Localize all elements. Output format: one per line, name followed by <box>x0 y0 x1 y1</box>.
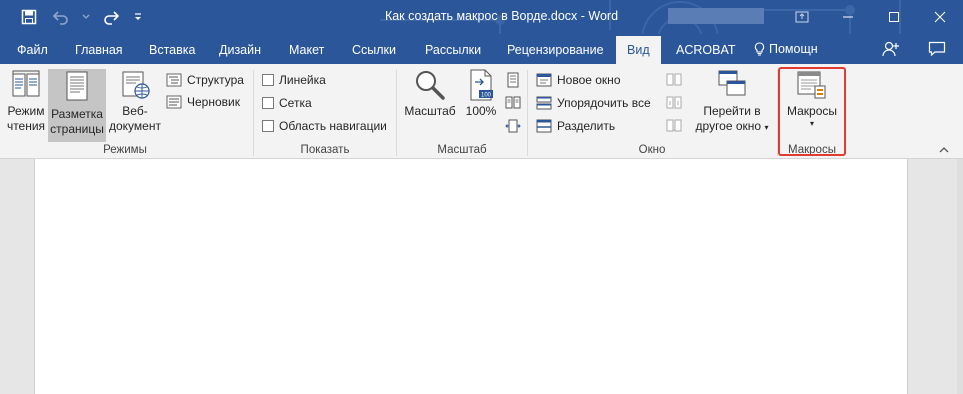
switch-windows-label-2: другое окно <box>695 119 762 133</box>
arrange-all-icon <box>536 96 552 110</box>
zoom-100-icon-text: 100 <box>481 93 492 99</box>
minimize-icon[interactable] <box>825 0 871 34</box>
ruler-checkbox-box[interactable] <box>262 74 274 86</box>
web-layout-icon <box>122 71 150 99</box>
draft-button[interactable]: Черновик <box>166 95 240 109</box>
group-label-modes: Режимы <box>103 144 147 156</box>
web-layout-label-2: документ <box>109 119 161 133</box>
print-layout-label-2: страницы <box>50 122 104 136</box>
window-controls <box>779 0 963 34</box>
collapse-ribbon-icon[interactable] <box>939 144 949 156</box>
page-width-icon[interactable] <box>505 118 521 137</box>
outline-label: Структура <box>187 73 244 87</box>
tab-design[interactable]: Дизайн <box>219 34 261 64</box>
document-page[interactable] <box>34 159 908 394</box>
print-layout-label-1: Разметка <box>51 107 103 121</box>
switch-windows-icon <box>718 70 746 96</box>
share-user-icon[interactable] <box>878 34 904 64</box>
read-mode-icon <box>12 70 40 97</box>
comments-icon[interactable] <box>924 34 950 64</box>
read-mode-label-1: Режим <box>7 104 45 118</box>
switch-windows-button[interactable]: Перейти в другое окно ▾ <box>690 68 774 135</box>
zoom-label: Масштаб <box>404 104 456 118</box>
ruler-label: Линейка <box>279 73 326 87</box>
new-window-label: Новое окно <box>557 73 621 87</box>
tab-references[interactable]: Ссылки <box>352 34 396 64</box>
multiple-pages-icon[interactable] <box>505 95 521 114</box>
ruler-checkbox[interactable]: Линейка <box>262 73 326 87</box>
gridlines-label: Сетка <box>279 96 312 110</box>
arrange-all-label: Упорядочить все <box>557 96 651 110</box>
gridlines-checkbox-box[interactable] <box>262 97 274 109</box>
maximize-icon[interactable] <box>871 0 917 34</box>
sync-scrolling-icon[interactable] <box>666 95 682 114</box>
tell-me-box[interactable]: Помощн <box>754 34 818 64</box>
tab-mailings[interactable]: Рассылки <box>425 34 481 64</box>
group-label-show: Показать <box>300 144 350 156</box>
tell-me-label: Помощн <box>769 42 818 56</box>
arrange-all-button[interactable]: Упорядочить все <box>536 96 651 110</box>
reset-window-position-icon[interactable] <box>666 118 682 137</box>
group-label-window: Окно <box>638 144 666 156</box>
tab-file[interactable]: Файл <box>17 34 48 64</box>
print-layout-icon <box>66 71 88 101</box>
vertical-scrollbar[interactable] <box>957 159 963 394</box>
magnifier-icon <box>416 71 445 100</box>
nav-pane-checkbox[interactable]: Область навигации <box>262 119 387 133</box>
group-separator <box>253 70 254 156</box>
tab-view[interactable]: Вид <box>616 36 661 64</box>
read-mode-button[interactable]: Режим чтения <box>5 68 47 134</box>
group-label-zoom: Масштаб <box>437 144 487 156</box>
split-button[interactable]: Разделить <box>536 119 615 133</box>
ribbon-display-options-icon[interactable] <box>779 0 825 34</box>
zoom-100-label: 100% <box>465 104 497 118</box>
nav-pane-label: Область навигации <box>279 119 387 133</box>
print-layout-button[interactable]: Разметка страницы <box>48 69 106 142</box>
switch-windows-label-row-2: другое окно ▾ <box>690 119 774 135</box>
tab-review[interactable]: Рецензирование <box>507 34 604 64</box>
draft-icon <box>166 95 182 109</box>
read-mode-label-2: чтения <box>6 119 46 133</box>
close-icon[interactable] <box>917 0 963 34</box>
split-label: Разделить <box>557 119 616 133</box>
split-icon <box>536 119 552 133</box>
tab-layout[interactable]: Макет <box>289 34 324 64</box>
zoom-100-button[interactable]: 100 100% <box>462 68 500 119</box>
zoom-button[interactable]: Масштаб <box>402 68 458 119</box>
tab-acrobat[interactable]: ACROBAT <box>676 34 736 64</box>
ribbon-panel: Режим чтения Разметка страницы Веб- доку… <box>0 64 963 159</box>
ribbon-tabs: Файл Главная Вставка Дизайн Макет Ссылки… <box>0 34 963 64</box>
nav-pane-checkbox-box[interactable] <box>262 120 274 132</box>
draft-label: Черновик <box>187 95 240 109</box>
new-window-button[interactable]: Новое окно <box>536 73 621 87</box>
one-page-icon[interactable] <box>506 72 520 91</box>
tab-insert[interactable]: Вставка <box>149 34 195 64</box>
account-name-redacted <box>668 8 764 24</box>
chevron-down-icon: ▾ <box>764 123 769 132</box>
title-bar: Как создать макрос в Ворде.docx - Word <box>0 0 963 34</box>
web-layout-button[interactable]: Веб- документ <box>107 68 163 134</box>
switch-windows-label-1: Перейти в <box>703 104 761 118</box>
outline-button[interactable]: Структура <box>166 73 244 87</box>
lightbulb-icon <box>754 42 765 56</box>
new-window-icon <box>536 73 552 87</box>
group-separator <box>396 70 397 156</box>
gridlines-checkbox[interactable]: Сетка <box>262 96 312 110</box>
macros-highlight-box <box>778 67 846 156</box>
zoom-100-icon: 100 <box>470 69 493 101</box>
view-side-by-side-icon[interactable] <box>666 72 682 91</box>
document-area <box>0 159 963 394</box>
tab-home[interactable]: Главная <box>75 34 123 64</box>
web-layout-label-1: Веб- <box>122 104 148 118</box>
outline-icon <box>166 73 182 87</box>
